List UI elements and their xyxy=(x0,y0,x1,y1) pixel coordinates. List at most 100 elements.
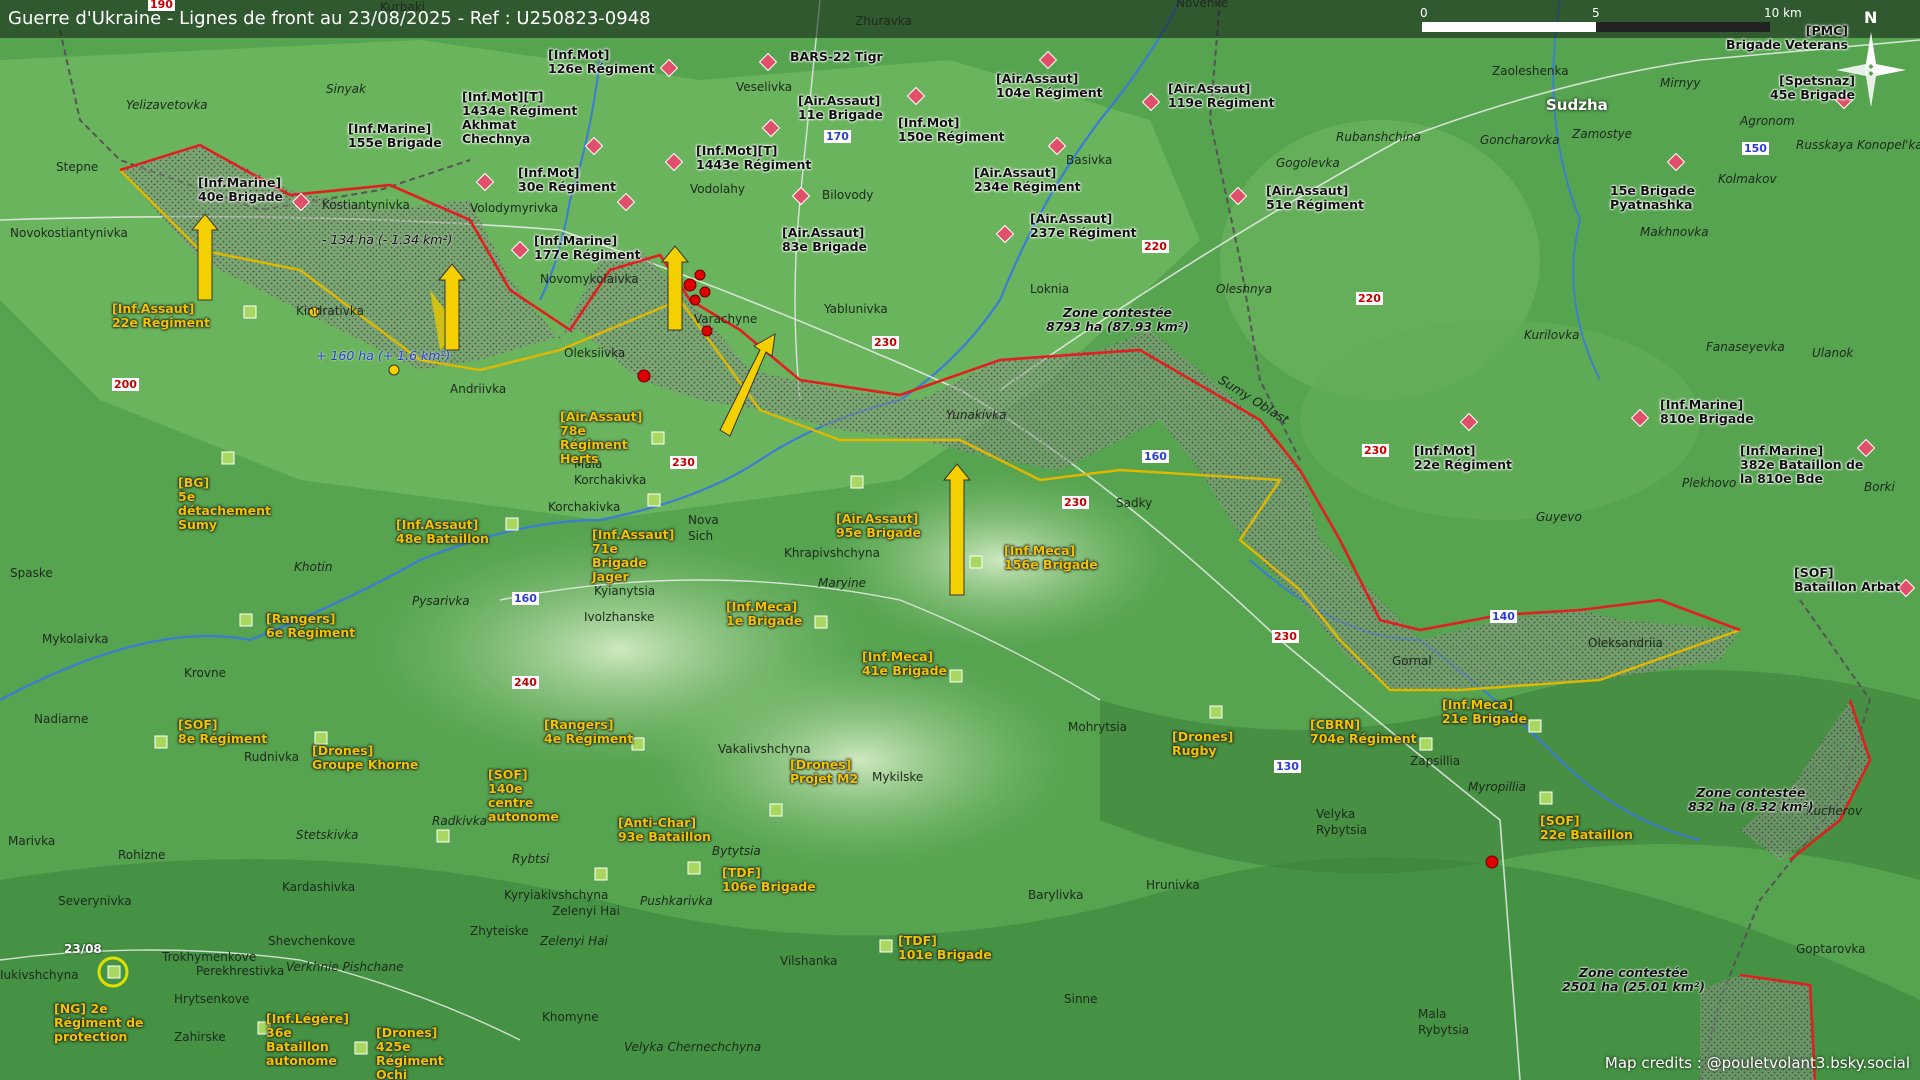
ru-unit[interactable]: [Air.Assaut] 104e Régiment xyxy=(996,72,1103,100)
ua-unit[interactable]: [Rangers] 4e Régiment xyxy=(544,718,633,746)
ru-unit[interactable]: [Inf.Marine] 40e Brigade xyxy=(198,176,283,204)
unit-name: 126e Régiment xyxy=(548,61,655,76)
unit-type: [Air.Assaut] xyxy=(1030,211,1113,226)
map-title: Guerre d'Ukraine - Lignes de front au 23… xyxy=(8,8,651,29)
ua-unit[interactable]: [Drones] Groupe Khorne xyxy=(312,744,418,772)
town-label: Rudnivka xyxy=(244,750,300,764)
town-label-sudzha: Sudzha xyxy=(1546,96,1608,114)
town-label: Goptarovka xyxy=(1796,942,1866,956)
ua-unit[interactable]: [Drones] 425e Régiment Ochi xyxy=(376,1026,466,1080)
town-label: Marivka xyxy=(8,834,56,848)
contested-zone-2: Zone contestée 832 ha (8.32 km²) xyxy=(1688,786,1814,814)
ru-unit[interactable]: [Inf.Marine] 177e Régiment xyxy=(534,234,641,262)
unit-name: 101e Brigade xyxy=(898,947,992,962)
ru-unit[interactable]: [Inf.Marine] 810e Brigade xyxy=(1660,398,1754,426)
map-view[interactable]: Guerre d'Ukraine - Lignes de front au 23… xyxy=(0,0,1920,1080)
unit-name: 382e Bataillon de la 810e Bde xyxy=(1740,457,1864,486)
unit-type: [Air.Assaut] xyxy=(996,71,1079,86)
ru-unit[interactable]: [Air.Assaut] 83e Brigade xyxy=(782,226,867,254)
ru-unit[interactable]: BARS-22 Tigr xyxy=(790,50,883,64)
ru-unit[interactable]: [Inf.Mot][T] 1443e Régiment xyxy=(696,144,811,172)
unit-type: [Anti-Char] xyxy=(618,815,697,830)
ru-unit[interactable]: 15e Brigade Pyatnashka xyxy=(1610,184,1695,212)
unit-type: [Rangers] xyxy=(544,717,614,732)
town-label: Kardashivka xyxy=(282,880,356,894)
ru-unit[interactable]: [Inf.Mot] 22e Régiment xyxy=(1414,444,1512,472)
unit-type: 15e Brigade xyxy=(1610,183,1696,198)
town-label: Kolmakov xyxy=(1718,172,1777,186)
town-label: Zaoleshenka xyxy=(1492,64,1569,78)
town-label: Perekhrestivka xyxy=(196,964,285,978)
unit-type: [Air.Assaut] xyxy=(974,165,1057,180)
ua-unit[interactable]: [BG] 5e détachement Sumy xyxy=(178,476,288,532)
ua-unit[interactable]: [Inf.Assaut] 22e Régiment xyxy=(112,302,210,330)
ua-unit[interactable]: [Rangers] 6e Régiment xyxy=(266,612,355,640)
map-credits: Map credits : @pouletvolant3.bsky.social xyxy=(1604,1054,1910,1072)
town-label: Maryine xyxy=(818,576,867,590)
unit-name: 810e Brigade xyxy=(1660,411,1754,426)
unit-type: [Inf.Légère] xyxy=(266,1011,349,1026)
ru-unit[interactable]: [SOF] Bataillon Arbat xyxy=(1794,566,1900,594)
town-label: Stepne xyxy=(56,160,99,174)
unit-type: [Drones] xyxy=(376,1025,438,1040)
town-label: Fanaseyevka xyxy=(1706,340,1785,354)
ua-unit[interactable]: [SOF] 140e centre autonome xyxy=(488,768,572,824)
unit-type: [Inf.Meca] xyxy=(1442,697,1514,712)
town-label: Velyka Rybytsia xyxy=(1316,807,1368,837)
ru-unit[interactable]: [PMC] Brigade Veterans xyxy=(1726,24,1848,52)
town-label: Pysarivka xyxy=(412,594,470,608)
ua-unit[interactable]: [CBRN] 704e Régiment xyxy=(1310,718,1417,746)
ua-unit[interactable]: [SOF] 22e Bataillon xyxy=(1540,814,1633,842)
ru-unit[interactable]: [Air.Assaut] 11e Brigade xyxy=(798,94,883,122)
town-label: Volodymyrivka xyxy=(470,201,559,215)
town-label: Ulanok xyxy=(1812,346,1854,360)
ru-unit[interactable]: [Inf.Mot][T] 1434e Régiment Akhmat Chechn… xyxy=(462,90,582,146)
town-label: Krovne xyxy=(184,666,226,680)
ru-unit[interactable]: [Spetsnaz] 45e Brigade xyxy=(1770,74,1855,102)
ua-unit[interactable]: [SOF] 8e Régiment xyxy=(178,718,267,746)
ua-unit[interactable]: [TDF] 101e Brigade xyxy=(898,934,992,962)
unit-name: 104e Régiment xyxy=(996,85,1103,100)
ua-unit[interactable]: [Inf.Assaut] 48e Bataillon xyxy=(396,518,489,546)
town-label: Sinyak xyxy=(326,82,366,96)
ua-unit[interactable]: [Air.Assaut] 78e Régiment Herts xyxy=(560,410,650,466)
ua-unit[interactable]: [NG] 2e Régiment de protection xyxy=(54,1002,144,1044)
ua-unit[interactable]: [Inf.Meca] 41e Brigade xyxy=(862,650,947,678)
ru-unit[interactable]: [Inf.Mot] 150e Régiment xyxy=(898,116,1005,144)
unit-name: 30e Régiment xyxy=(518,179,616,194)
town-label: Barylivka xyxy=(1028,888,1084,902)
ua-unit[interactable]: [Inf.Assaut] 71e Brigade Jager xyxy=(592,528,674,584)
unit-name: Groupe Khorne xyxy=(312,757,419,772)
ru-unit[interactable]: [Inf.Marine] 382e Bataillon de la 810e Bd… xyxy=(1740,444,1870,486)
ru-unit[interactable]: [Inf.Mot] 30e Régiment xyxy=(518,166,616,194)
unit-type: [Drones] xyxy=(312,743,374,758)
unit-type: [Inf.Marine] xyxy=(198,175,282,190)
ua-unit[interactable]: [Inf.Meca] 1e Brigade xyxy=(726,600,802,628)
ua-unit[interactable]: [Inf.Meca] 156e Brigade xyxy=(1004,544,1098,572)
ua-unit[interactable]: [Inf.Meca] 21e Brigade xyxy=(1442,698,1527,726)
ua-unit[interactable]: [Drones] Rugby xyxy=(1172,730,1233,758)
ru-unit[interactable]: [Inf.Mot] 126e Régiment xyxy=(548,48,655,76)
ua-unit[interactable]: [Air.Assaut] 95e Brigade xyxy=(836,512,921,540)
ru-unit[interactable]: [Inf.Marine] 155e Brigade xyxy=(348,122,442,150)
ru-unit[interactable]: [Air.Assaut] 51e Régiment xyxy=(1266,184,1364,212)
town-label: Guyevo xyxy=(1536,510,1582,524)
unit-name: 95e Brigade xyxy=(836,525,922,540)
town-label: Hrytsenkove xyxy=(174,992,250,1006)
ru-unit[interactable]: [Air.Assaut] 237e Régiment xyxy=(1030,212,1137,240)
ua-unit[interactable]: [Anti-Char] 93e Bataillon xyxy=(618,816,711,844)
unit-name: Bataillon Arbat xyxy=(1794,579,1901,594)
unit-type: [SOF] xyxy=(1794,565,1834,580)
town-label: Gogolevka xyxy=(1276,156,1340,170)
town-label: Varachyne xyxy=(694,312,758,326)
town-label: Rubanshchina xyxy=(1336,130,1421,144)
town-label: Iukivshchyna xyxy=(0,968,79,982)
unit-name: Rugby xyxy=(1172,743,1217,758)
town-label: Basivka xyxy=(1066,153,1113,167)
ua-unit[interactable]: [TDF] 106e Brigade xyxy=(722,866,816,894)
town-label: Vakalivshchyna xyxy=(718,742,811,756)
ru-unit[interactable]: [Air.Assaut] 119e Régiment xyxy=(1168,82,1275,110)
ru-unit[interactable]: [Air.Assaut] 234e Régiment xyxy=(974,166,1081,194)
ua-unit[interactable]: [Inf.Légère] 36e Bataillon autonome xyxy=(266,1012,356,1068)
ua-unit[interactable]: [Drones] Projet M2 xyxy=(790,758,858,786)
